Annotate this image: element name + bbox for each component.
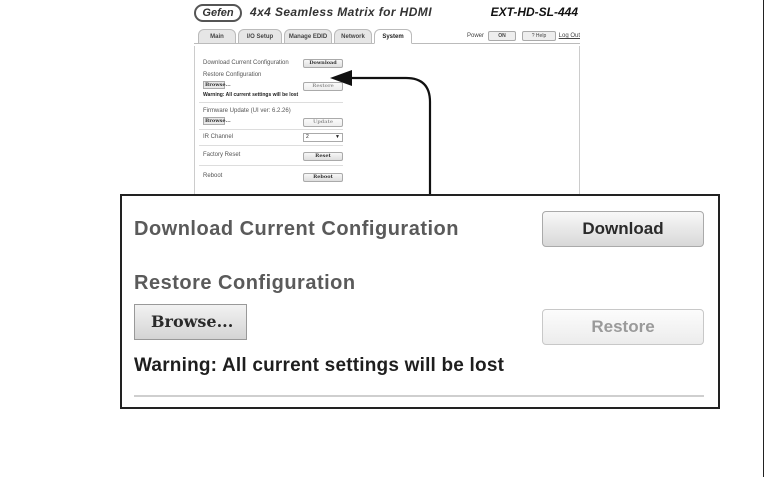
tab-network[interactable]: Network <box>334 29 372 44</box>
tab-manage-edid[interactable]: Manage EDID <box>284 29 332 44</box>
logout-link[interactable]: Log Out <box>559 33 580 39</box>
chevron-down-icon: ▼ <box>335 134 340 140</box>
help-button[interactable]: ? Help <box>522 31 556 41</box>
power-label: Power <box>466 33 484 39</box>
restore-config-label: Restore Configuration <box>203 72 262 78</box>
reboot-button[interactable]: Reboot <box>303 173 343 182</box>
download-config-label: Download Current Configuration <box>134 218 459 240</box>
zoomed-callout: Download Current Configuration Download … <box>120 194 720 409</box>
restore-config-label: Restore Configuration <box>134 272 356 294</box>
download-button[interactable]: Download <box>542 211 704 247</box>
restore-button[interactable]: Restore <box>542 309 704 345</box>
product-title: 4x4 Seamless Matrix for HDMI <box>250 5 432 19</box>
firmware-browse-button[interactable]: Browse... <box>203 117 231 125</box>
reboot-label: Reboot <box>203 173 223 179</box>
separator <box>199 129 343 130</box>
warning-text: Warning: All current settings will be lo… <box>134 355 505 376</box>
ir-channel-select[interactable]: 2 ▼ <box>303 133 343 142</box>
factory-reset-label: Factory Reset <box>203 152 241 158</box>
gefen-logo: Gefen <box>194 4 242 22</box>
download-button[interactable]: Download <box>303 59 343 68</box>
tab-io-setup[interactable]: I/O Setup <box>238 29 282 44</box>
system-panel: Download Current Configuration Download … <box>194 46 580 194</box>
browse-button[interactable]: Browse... <box>134 304 247 340</box>
reset-button[interactable]: Reset <box>303 152 343 161</box>
tab-main[interactable]: Main <box>198 29 236 44</box>
separator <box>199 165 343 166</box>
separator <box>199 102 343 103</box>
restore-button[interactable]: Restore <box>303 82 343 91</box>
power-on-button[interactable]: ON <box>488 31 516 41</box>
model-number: EXT-HD-SL-444 <box>490 5 578 19</box>
browse-button[interactable]: Browse... <box>203 81 231 89</box>
mini-screenshot: Gefen 4x4 Seamless Matrix for HDMI EXT-H… <box>194 4 580 194</box>
warning-text: Warning: All current settings will be lo… <box>203 92 299 98</box>
update-button[interactable]: Update <box>303 118 343 127</box>
mini-header: Gefen 4x4 Seamless Matrix for HDMI EXT-H… <box>194 4 580 26</box>
firmware-update-label: Firmware Update (UI ver: 6.2.26) <box>203 108 291 114</box>
download-config-label: Download Current Configuration <box>203 60 289 66</box>
separator <box>134 395 704 397</box>
power-area: Power ON ? Help Log Out <box>420 31 580 43</box>
separator <box>199 145 343 146</box>
ir-channel-value: 2 <box>306 134 309 140</box>
tab-system[interactable]: System <box>374 29 412 44</box>
ir-channel-label: IR Channel <box>203 134 234 140</box>
